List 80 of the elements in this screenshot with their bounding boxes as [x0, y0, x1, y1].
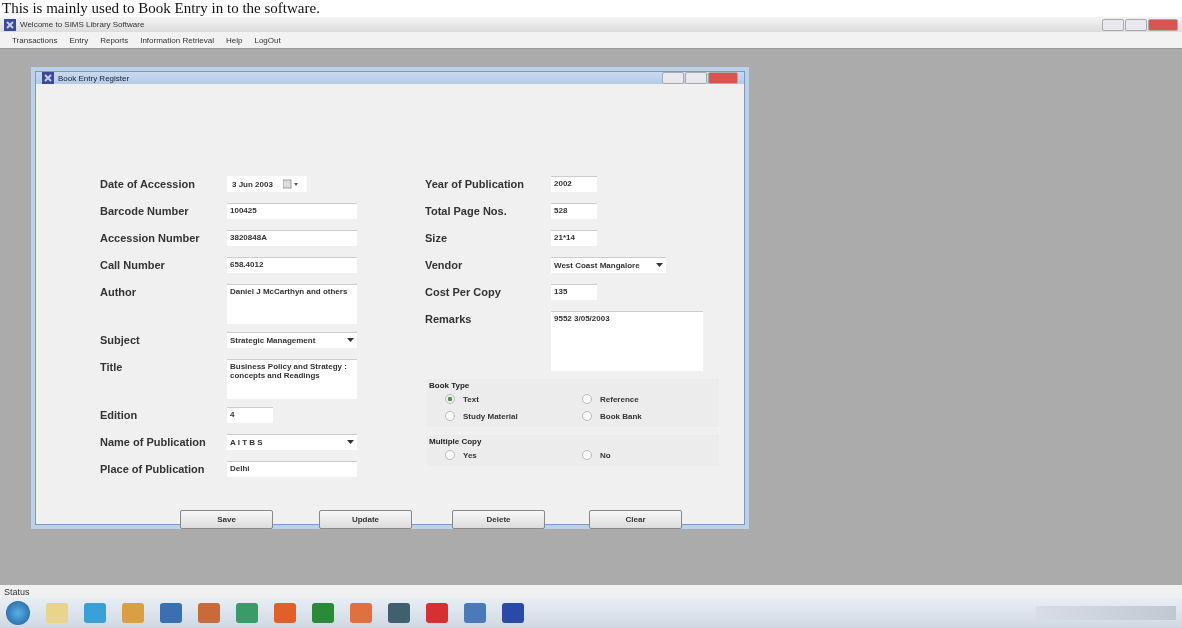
taskbar-icon[interactable]	[46, 603, 68, 623]
taskbar-icon[interactable]	[236, 603, 258, 623]
caret-icon[interactable]	[656, 263, 663, 268]
dropdown[interactable]: West Coast Mangalore	[551, 257, 666, 273]
field-label: Place of Publication	[100, 462, 206, 475]
taskbar-icon[interactable]	[312, 603, 334, 623]
status-text: Status	[4, 586, 30, 597]
minimize-button[interactable]	[1102, 18, 1124, 31]
radio-option[interactable]: Yes	[445, 450, 582, 460]
taskbar-icon[interactable]	[388, 603, 410, 623]
menu-item[interactable]: Help	[226, 35, 243, 45]
app-icon	[42, 72, 54, 84]
input-field[interactable]: 658.4012	[227, 257, 357, 273]
dialog-title: Book Entry Register	[58, 73, 130, 83]
radio-option[interactable]: Text	[445, 394, 582, 404]
close-button[interactable]	[708, 72, 738, 84]
minimize-button[interactable]	[662, 72, 684, 84]
menu-item[interactable]: Information Retrieval	[140, 35, 214, 45]
input-field[interactable]: 3820848A	[227, 230, 357, 246]
menu-item[interactable]: LogOut	[254, 35, 281, 45]
caption-text: This is mainly used to Book Entry in to the software.	[1, 0, 321, 17]
caret-icon[interactable]	[347, 440, 354, 445]
calendar-icon[interactable]	[282, 179, 299, 189]
field-label: Total Page Nos.	[425, 204, 508, 217]
radio-option[interactable]: Book Bank	[582, 411, 719, 421]
field-label: Date of Accession	[100, 177, 196, 190]
taskbar-icon[interactable]	[274, 603, 296, 623]
field-label: Subject	[100, 333, 141, 346]
text-area[interactable]: 9552 3/05/2003	[551, 311, 703, 371]
taskbar-icon[interactable]	[122, 603, 144, 623]
field-label: Title	[100, 360, 124, 373]
app-icon	[4, 18, 16, 31]
radio-option[interactable]: No	[582, 450, 719, 460]
text-area[interactable]: Daniel J McCarthyn and others	[227, 284, 357, 324]
dropdown[interactable]: Strategic Management	[227, 332, 357, 348]
taskbar-icon[interactable]	[84, 603, 106, 623]
taskbar-icon[interactable]	[160, 603, 182, 623]
field-label: Edition	[100, 408, 139, 421]
input-field[interactable]: Delhi	[227, 461, 357, 477]
action-button[interactable]: Clear	[589, 510, 682, 529]
field-label: Barcode Number	[100, 204, 190, 217]
input-field[interactable]: 135	[551, 284, 597, 300]
group-label: Multiple Copy	[428, 437, 483, 446]
field-label: Accession Number	[100, 231, 201, 244]
taskbar-icon[interactable]	[464, 603, 486, 623]
action-button[interactable]: Update	[319, 510, 412, 529]
taskbar-icon[interactable]	[350, 603, 372, 623]
close-button[interactable]	[1148, 18, 1178, 31]
text-area[interactable]: Business Policy and Strategy : concepts and Readings	[227, 359, 357, 399]
field-label: Remarks	[425, 312, 473, 325]
caret-icon[interactable]	[347, 338, 354, 343]
dropdown[interactable]: A I T B S	[227, 434, 357, 450]
field-label: Vendor	[425, 258, 464, 271]
menu-item[interactable]: Reports	[100, 35, 129, 45]
menu-item[interactable]: Transactions	[12, 35, 58, 45]
date-picker[interactable]: 3 Jun 2003	[227, 176, 307, 192]
field-label: Call Number	[100, 258, 166, 271]
taskbar-icon[interactable]	[502, 603, 524, 623]
input-field[interactable]: 100425	[227, 203, 357, 219]
maximize-button[interactable]	[685, 72, 707, 84]
start-button[interactable]	[6, 601, 30, 625]
field-label: Size	[425, 231, 449, 244]
radio-option[interactable]: Reference	[582, 394, 719, 404]
menu-item[interactable]: Entry	[69, 35, 89, 45]
window-title: Welcome to SIMS Library Software	[20, 20, 145, 29]
input-field[interactable]: 528	[551, 203, 597, 219]
input-field[interactable]: 21*14	[551, 230, 597, 246]
input-field[interactable]: 4	[227, 407, 273, 423]
field-label: Cost Per Copy	[425, 285, 502, 298]
radio-option[interactable]: Study Material	[445, 411, 582, 421]
field-label: Name of Publication	[100, 435, 207, 448]
action-button[interactable]: Save	[180, 510, 273, 529]
input-field[interactable]: 2002	[551, 176, 597, 192]
field-label: Year of Publication	[425, 177, 526, 190]
maximize-button[interactable]	[1125, 18, 1147, 31]
taskbar-icon[interactable]	[198, 603, 220, 623]
taskbar-icon[interactable]	[426, 603, 448, 623]
action-button[interactable]: Delete	[452, 510, 545, 529]
field-label: Author	[100, 285, 138, 298]
group-label: Book Type	[428, 381, 471, 390]
